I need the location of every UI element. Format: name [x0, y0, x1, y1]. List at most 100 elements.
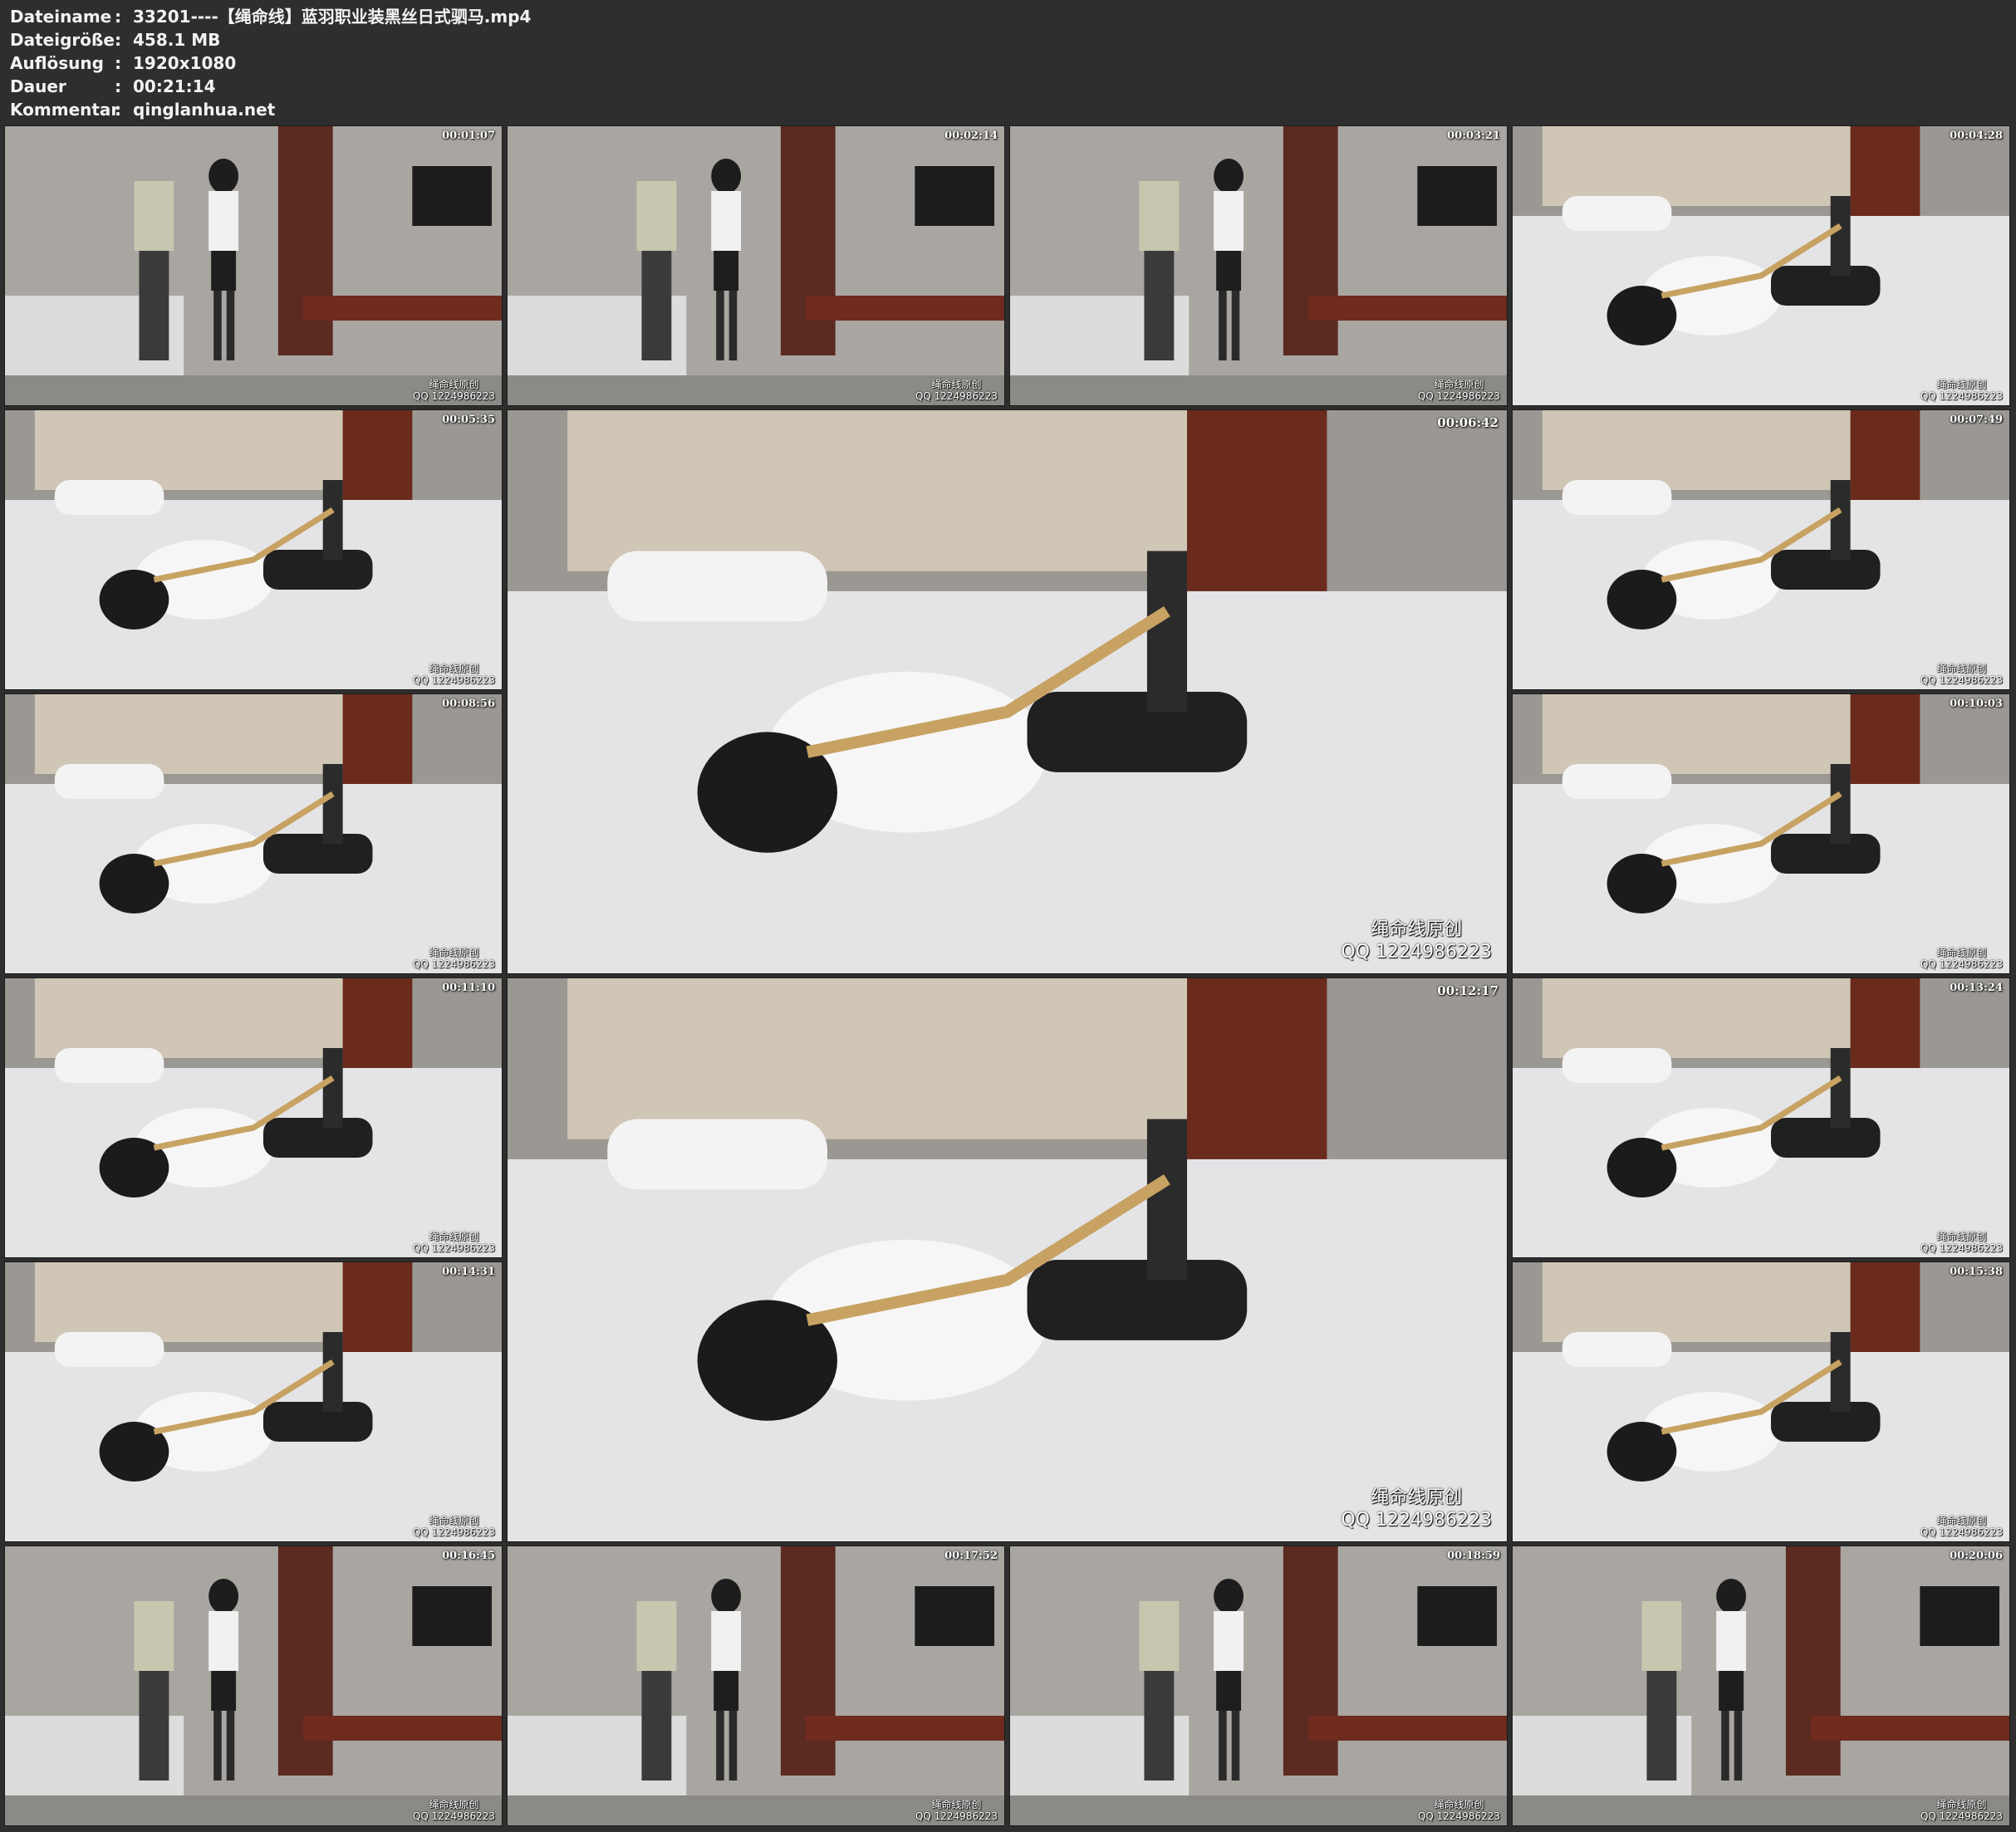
video-thumbnail[interactable]: 00:05:35 绳命线原创 QQ 1224986223 — [5, 410, 502, 689]
frame-image — [1513, 126, 2009, 405]
watermark-line-1: 绳命线原创 — [429, 663, 479, 674]
file-info-header: Dateiname : 33201----【绳命线】蓝羽职业装黑丝日式驷马.mp… — [10, 5, 2004, 121]
video-thumbnail[interactable]: 00:02:14 绳命线原创 QQ 1224986223 — [508, 126, 1004, 405]
thumbnail-watermark: 绳命线原创 QQ 1224986223 — [1920, 379, 2003, 402]
meta-key: Dauer — [10, 76, 66, 96]
meta-value: 1920x1080 — [133, 53, 237, 73]
watermark-line-1: 绳命线原创 — [1371, 1487, 1463, 1508]
watermark-line-1: 绳命线原创 — [1936, 379, 1987, 390]
video-thumbnail[interactable]: 00:10:03 绳命线原创 QQ 1224986223 — [1513, 694, 2009, 973]
thumbnail-timestamp: 00:04:28 — [1950, 130, 2003, 142]
frame-image — [5, 126, 502, 405]
frame-image — [508, 978, 1507, 1541]
frame-image — [5, 694, 502, 973]
thumbnail-timestamp: 00:02:14 — [944, 130, 998, 142]
meta-separator: : — [115, 53, 121, 73]
watermark-line-2: QQ 1224986223 — [412, 1810, 495, 1822]
thumbnail-watermark: 绳命线原创 QQ 1224986223 — [413, 379, 495, 402]
thumbnail-watermark: 绳命线原创 QQ 1224986223 — [1920, 1231, 2003, 1254]
video-thumbnail[interactable]: 00:20:06 绳命线原创 QQ 1224986223 — [1513, 1546, 2009, 1825]
watermark-line-1: 绳命线原创 — [1936, 1515, 1987, 1526]
watermark-line-2: QQ 1224986223 — [1920, 674, 2003, 686]
thumbnail-watermark: 绳命线原创 QQ 1224986223 — [1418, 379, 1500, 402]
watermark-line-2: QQ 1224986223 — [412, 674, 495, 686]
meta-row-resolution: Auflösung : 1920x1080 — [10, 51, 2004, 75]
watermark-line-1: 绳命线原创 — [1936, 663, 1987, 674]
video-thumbnail[interactable]: 00:03:21 绳命线原创 QQ 1224986223 — [1010, 126, 1507, 405]
frame-image — [1010, 1546, 1507, 1825]
thumbnail-timestamp: 00:10:03 — [1950, 698, 2003, 710]
video-thumbnail[interactable]: 00:17:52 绳命线原创 QQ 1224986223 — [508, 1546, 1004, 1825]
watermark-line-2: QQ 1224986223 — [412, 1242, 495, 1254]
thumbnail-timestamp: 00:11:10 — [442, 982, 495, 994]
watermark-line-1: 绳命线原创 — [429, 1231, 479, 1242]
video-thumbnail[interactable]: 00:04:28 绳命线原创 QQ 1224986223 — [1513, 126, 2009, 405]
thumbnail-watermark: 绳命线原创 QQ 1224986223 — [413, 1231, 495, 1254]
meta-key: Dateiname — [10, 7, 112, 27]
meta-row-filesize: Dateigröße : 458.1 MB — [10, 28, 2004, 51]
thumbnail-watermark: 绳命线原创 QQ 1224986223 — [413, 1799, 495, 1822]
frame-image — [508, 1546, 1004, 1825]
frame-image — [5, 410, 502, 689]
watermark-line-2: QQ 1224986223 — [1920, 1810, 2003, 1822]
thumbnail-watermark: 绳命线原创 QQ 1224986223 — [915, 1799, 998, 1822]
watermark-line-2: QQ 1224986223 — [915, 1810, 998, 1822]
meta-value: 458.1 MB — [133, 30, 221, 50]
watermark-line-1: 绳命线原创 — [931, 379, 982, 390]
watermark-line-2: QQ 1224986223 — [1417, 1810, 1500, 1822]
thumbnail-timestamp: 00:08:56 — [442, 698, 495, 710]
thumbnail-timestamp: 00:17:52 — [944, 1550, 998, 1562]
video-thumbnail[interactable]: 00:12:17 绳命线原创 QQ 1224986223 — [508, 978, 1507, 1541]
thumbnail-timestamp: 00:03:21 — [1447, 130, 1500, 142]
watermark-line-1: 绳命线原创 — [1434, 1799, 1484, 1810]
meta-value: qinglanhua.net — [133, 100, 276, 120]
video-thumbnail[interactable]: 00:01:07 绳命线原创 QQ 1224986223 — [5, 126, 502, 405]
video-thumbnail[interactable]: 00:14:31 绳命线原创 QQ 1224986223 — [5, 1262, 502, 1541]
video-thumbnail[interactable]: 00:16:45 绳命线原创 QQ 1224986223 — [5, 1546, 502, 1825]
thumbnail-watermark: 绳命线原创 QQ 1224986223 — [1920, 1515, 2003, 1538]
frame-image — [5, 1546, 502, 1825]
watermark-line-2: QQ 1224986223 — [412, 1526, 495, 1538]
thumbnail-timestamp: 00:20:06 — [1950, 1550, 2003, 1562]
thumbnail-timestamp: 00:13:24 — [1950, 982, 2003, 994]
watermark-line-1: 绳命线原创 — [1936, 1799, 1987, 1810]
video-thumbnail[interactable]: 00:15:38 绳命线原创 QQ 1224986223 — [1513, 1262, 2009, 1541]
meta-separator: : — [115, 76, 121, 96]
frame-image — [1513, 410, 2009, 689]
video-thumbnail[interactable]: 00:08:56 绳命线原创 QQ 1224986223 — [5, 694, 502, 973]
watermark-line-2: QQ 1224986223 — [1341, 1510, 1492, 1531]
watermark-line-1: 绳命线原创 — [429, 1799, 479, 1810]
watermark-line-2: QQ 1224986223 — [1341, 942, 1492, 963]
thumbnail-watermark: 绳命线原创 QQ 1224986223 — [413, 663, 495, 686]
meta-row-filename: Dateiname : 33201----【绳命线】蓝羽职业装黑丝日式驷马.mp… — [10, 5, 2004, 28]
video-thumbnail[interactable]: 00:13:24 绳命线原创 QQ 1224986223 — [1513, 978, 2009, 1257]
meta-key: Auflösung — [10, 53, 104, 73]
thumbnail-watermark: 绳命线原创 QQ 1224986223 — [1341, 1487, 1492, 1531]
video-thumbnail[interactable]: 00:11:10 绳命线原创 QQ 1224986223 — [5, 978, 502, 1257]
thumbnail-timestamp: 00:05:35 — [442, 414, 495, 426]
watermark-line-2: QQ 1224986223 — [915, 390, 998, 402]
watermark-line-2: QQ 1224986223 — [1417, 390, 1500, 402]
meta-key: Kommentar — [10, 100, 120, 120]
watermark-line-1: 绳命线原创 — [429, 1515, 479, 1526]
thumbnail-timestamp: 00:06:42 — [1437, 415, 1499, 430]
thumbnail-grid: 00:01:07 绳命线原创 QQ 1224986223 00:02:14 绳命线原创 Q… — [5, 126, 2011, 1829]
thumbnail-timestamp: 00:01:07 — [442, 130, 495, 142]
thumbnail-watermark: 绳命线原创 QQ 1224986223 — [1418, 1799, 1500, 1822]
frame-image — [1513, 978, 2009, 1257]
thumbnail-watermark: 绳命线原创 QQ 1224986223 — [413, 947, 495, 970]
video-thumbnail[interactable]: 00:07:49 绳命线原创 QQ 1224986223 — [1513, 410, 2009, 689]
thumbnail-watermark: 绳命线原创 QQ 1224986223 — [413, 1515, 495, 1538]
meta-row-duration: Dauer : 00:21:14 — [10, 75, 2004, 98]
watermark-line-1: 绳命线原创 — [1371, 919, 1463, 940]
meta-row-comment: Kommentar : qinglanhua.net — [10, 98, 2004, 121]
video-thumbnail[interactable]: 00:18:59 绳命线原创 QQ 1224986223 — [1010, 1546, 1507, 1825]
thumbnail-timestamp: 00:16:45 — [442, 1550, 495, 1562]
meta-separator: : — [115, 30, 121, 50]
video-thumbnail[interactable]: 00:06:42 绳命线原创 QQ 1224986223 — [508, 410, 1507, 973]
watermark-line-2: QQ 1224986223 — [1920, 958, 2003, 970]
watermark-line-1: 绳命线原创 — [1434, 379, 1484, 390]
meta-value: 33201----【绳命线】蓝羽职业装黑丝日式驷马.mp4 — [133, 7, 532, 27]
watermark-line-2: QQ 1224986223 — [412, 390, 495, 402]
thumbnail-timestamp: 00:14:31 — [442, 1266, 495, 1278]
